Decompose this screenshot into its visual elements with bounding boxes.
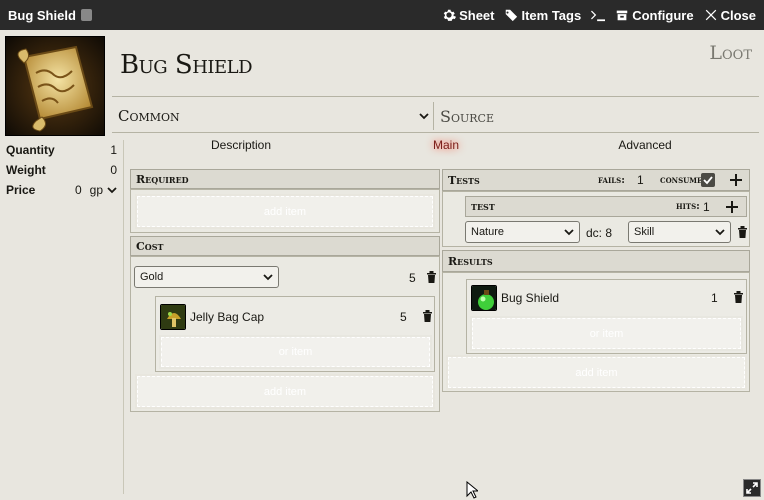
configure-icon: [616, 10, 628, 21]
fails-value[interactable]: 1: [637, 173, 644, 187]
cost-header: Cost: [130, 236, 440, 256]
cost-item-name: Jelly Bag Cap: [190, 310, 265, 324]
fails-label: fails:: [598, 175, 625, 186]
test-dc-field[interactable]: dc: 8: [586, 226, 612, 240]
test-type-select[interactable]: Skill: [628, 221, 731, 243]
chevron-down-icon: [419, 113, 429, 120]
results-header: Results: [442, 250, 750, 272]
bug-shield-potion-icon: [471, 285, 497, 311]
tab-advanced[interactable]: Advanced: [618, 138, 671, 152]
window-titlebar[interactable]: Bug Shield Sheet Item Tags Configure Clo…: [0, 0, 764, 30]
chevron-down-icon: [715, 229, 725, 236]
add-test-entry-plus-icon[interactable]: [726, 201, 738, 213]
rarity-select[interactable]: Common: [114, 102, 434, 130]
required-heading: Required: [136, 172, 189, 186]
jelly-bag-cap-icon: [160, 304, 186, 330]
price-label: Price: [6, 183, 36, 197]
weight-input[interactable]: 0: [110, 163, 117, 177]
results-item-qty[interactable]: 1: [711, 291, 718, 305]
sheet-label: Sheet: [459, 7, 495, 23]
mouse-cursor-icon: [466, 481, 478, 499]
header-divider-lower: [112, 132, 759, 133]
item-type-label: Loot: [709, 42, 752, 64]
add-test-plus-icon[interactable]: [730, 174, 742, 186]
test-heading: test: [471, 200, 495, 213]
chevron-down-icon[interactable]: [107, 185, 117, 195]
required-header: Required: [130, 169, 440, 189]
sheet-tabs: Description Main Advanced: [126, 136, 760, 154]
hits-value[interactable]: 1: [703, 200, 710, 214]
results-heading: Results: [448, 254, 493, 268]
tests-heading: Tests: [448, 173, 480, 187]
window-title-group: Bug Shield: [0, 8, 92, 23]
consume-label: consume:: [660, 175, 707, 186]
test-skill-select[interactable]: Nature: [465, 221, 580, 243]
header-divider: [112, 96, 759, 97]
expand-icon: [746, 482, 758, 494]
document-id-icon[interactable]: [80, 9, 92, 21]
chevron-down-icon: [263, 274, 273, 281]
cost-or-item-button[interactable]: or item: [161, 337, 430, 367]
sheet-button[interactable]: Sheet: [442, 8, 494, 23]
test-type-value: Skill: [634, 226, 655, 238]
console-button[interactable]: [591, 8, 606, 22]
configure-button[interactable]: Configure: [615, 7, 694, 23]
cost-heading: Cost: [136, 239, 164, 253]
results-item-name: Bug Shield: [501, 291, 560, 305]
checkmark-icon: [703, 176, 713, 185]
terminal-icon: [591, 10, 606, 22]
trash-icon[interactable]: [733, 291, 744, 303]
item-tags-label: Item Tags: [521, 7, 582, 23]
chevron-down-icon: [564, 229, 574, 236]
trash-icon[interactable]: [426, 271, 437, 283]
rarity-value: Common: [118, 107, 180, 125]
configure-label: Configure: [632, 7, 694, 23]
window-title: Bug Shield: [8, 7, 76, 23]
gear-icon: [443, 9, 457, 21]
cost-add-item-button[interactable]: add item: [137, 376, 433, 407]
hits-label: hits:: [676, 201, 700, 212]
quantity-row: Quantity 1: [0, 140, 123, 160]
cost-currency-value: Gold: [140, 271, 164, 283]
cost-item-qty[interactable]: 5: [400, 310, 407, 324]
quantity-label: Quantity: [6, 143, 55, 157]
close-label: Close: [720, 7, 756, 23]
close-icon: [705, 9, 716, 21]
item-tags-button[interactable]: Item Tags: [504, 8, 581, 23]
quantity-input[interactable]: 1: [110, 143, 117, 157]
tags-icon: [505, 9, 518, 22]
consume-checkbox[interactable]: [701, 173, 715, 187]
item-sheet-window: Bug Shield Sheet Item Tags Configure Clo…: [0, 0, 764, 500]
tab-main[interactable]: Main: [433, 138, 459, 152]
results-or-item-button[interactable]: or item: [472, 318, 741, 349]
cost-item-row[interactable]: Jelly Bag Cap: [160, 303, 420, 331]
source-input[interactable]: Source: [440, 102, 758, 130]
close-button[interactable]: Close: [704, 8, 756, 23]
trash-icon[interactable]: [737, 226, 748, 238]
resize-handle[interactable]: [743, 479, 761, 497]
cost-currency-select[interactable]: Gold: [134, 266, 279, 288]
item-name-field[interactable]: Bug Shield: [120, 50, 253, 80]
results-item-row[interactable]: Bug Shield: [471, 284, 701, 312]
weight-label: Weight: [6, 163, 46, 177]
price-input[interactable]: 0: [75, 183, 82, 197]
tab-description[interactable]: Description: [211, 138, 271, 152]
results-add-item-button[interactable]: add item: [448, 357, 745, 388]
price-unit-select[interactable]: gp: [90, 183, 103, 197]
weight-row: Weight 0: [0, 160, 123, 180]
test-skill-value: Nature: [471, 226, 505, 238]
price-row: Price 0 gp: [0, 180, 123, 200]
required-add-item-button[interactable]: add item: [137, 196, 433, 227]
properties-sidebar: Quantity 1 Weight 0 Price 0 gp: [0, 140, 124, 494]
cost-amount[interactable]: 5: [409, 271, 416, 285]
trash-icon[interactable]: [422, 310, 433, 322]
window-controls: Sheet Item Tags Configure Close: [442, 8, 764, 23]
scroll-image: [6, 37, 104, 135]
item-portrait-scroll-image[interactable]: [5, 36, 105, 136]
